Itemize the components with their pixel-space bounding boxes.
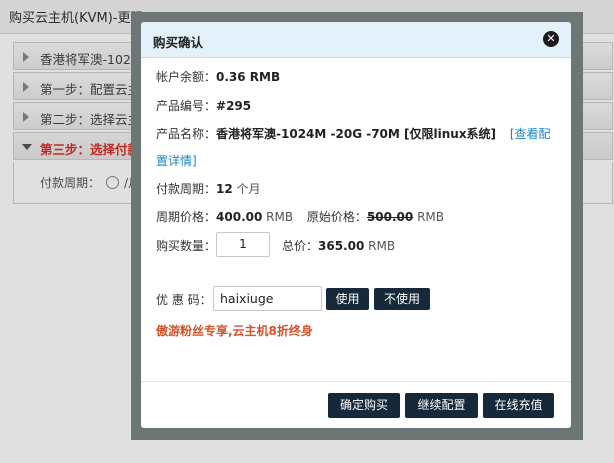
period-value: 12 [216, 182, 233, 196]
total-value: 365.00 [318, 239, 365, 253]
balance-row: 帐户余额：0.36 RMB [156, 68, 280, 85]
coupon-label: 优 惠 码： [156, 293, 212, 307]
price-row: 周期价格：400.00 RMB 原始价格：500.00 RMB [156, 208, 444, 225]
config-details-link-cont: 置详情] [156, 152, 197, 169]
dialog-title: 购买确认 [153, 35, 204, 50]
product-name-value: 香港将军澳-1024M -20G -70M [仅限linux系统] [216, 127, 497, 141]
use-coupon-button[interactable]: 使用 [326, 288, 369, 310]
product-no-value: #295 [216, 99, 252, 113]
coupon-label-row: 优 惠 码： [156, 291, 212, 308]
total-label: 总价： [282, 239, 319, 253]
quantity-label-row: 购买数量： [156, 237, 216, 254]
confirm-purchase-button[interactable]: 确定购买 [328, 393, 400, 418]
config-details-link[interactable]: [查看配 [510, 127, 551, 141]
balance-value: 0.36 RMB [216, 70, 281, 84]
close-icon[interactable]: ✕ [543, 31, 559, 47]
quantity-input[interactable]: 1 [216, 232, 270, 257]
total-row: 总价：365.00 RMB [282, 237, 395, 254]
period-unit: 个月 [236, 182, 261, 196]
original-price-label: 原始价格： [306, 210, 367, 224]
period-row: 付款周期：12 个月 [156, 180, 261, 197]
total-unit: RMB [368, 239, 396, 253]
original-price-value: 500.00 [366, 210, 414, 224]
coupon-input[interactable]: haixiuge [213, 286, 322, 311]
price-value: 400.00 [216, 210, 263, 224]
price-unit: RMB [266, 210, 294, 224]
config-details-link[interactable]: 置详情] [156, 154, 197, 168]
continue-config-button[interactable]: 继续配置 [405, 393, 478, 418]
purchase-confirm-dialog: 购买确认 ✕ 帐户余额：0.36 RMB 产品编号：#295 产品名称：香港将军… [141, 22, 571, 428]
product-no-row: 产品编号：#295 [156, 97, 251, 114]
quantity-label: 购买数量： [156, 239, 217, 253]
footer-divider [141, 381, 571, 382]
product-no-label: 产品编号： [156, 99, 217, 113]
no-coupon-button[interactable]: 不使用 [374, 288, 430, 310]
recharge-button[interactable]: 在线充值 [483, 393, 554, 418]
product-name-row: 产品名称：香港将军澳-1024M -20G -70M [仅限linux系统] [… [156, 125, 551, 142]
dialog-header: 购买确认 ✕ [141, 22, 571, 58]
period-label: 付款周期： [156, 182, 217, 196]
promo-text: 傲游粉丝专享,云主机8折终身 [156, 324, 313, 338]
price-label: 周期价格： [156, 210, 217, 224]
balance-label: 帐户余额： [156, 70, 217, 84]
original-price-unit: RMB [417, 210, 445, 224]
product-name-label: 产品名称： [156, 127, 217, 141]
